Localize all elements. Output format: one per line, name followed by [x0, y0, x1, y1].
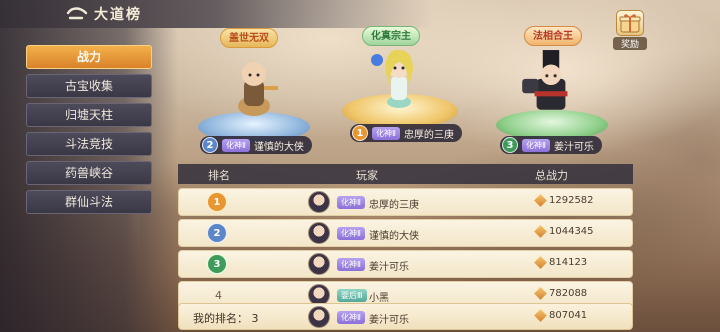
title-banner-second: 盖世无双 [220, 28, 278, 48]
avatar [308, 222, 330, 244]
character-third [522, 50, 568, 110]
avatar [308, 191, 330, 213]
header-rank: 排名 [208, 169, 230, 182]
realm-badge: 化神Ⅱ [522, 138, 550, 152]
realm-badge: 化神Ⅱ [337, 227, 365, 240]
nameplate-third: 3 化神Ⅱ 姜汁可乐 [500, 136, 602, 154]
my-rank-row[interactable]: 我的排名： 3 化神Ⅱ 姜汁可乐 807041 [178, 303, 633, 330]
power-gem-icon [534, 194, 547, 207]
power-value: 807041 [534, 309, 587, 322]
tab-immortal-duel[interactable]: 群仙斗法 [26, 190, 152, 214]
rank-medal-silver: 2 [207, 223, 227, 243]
back-icon[interactable] [66, 5, 88, 21]
avatar [308, 253, 330, 275]
player-name: 忠厚的三庚 [369, 200, 419, 211]
power-value: 782088 [534, 287, 587, 300]
player-name: 姜汁可乐 [369, 262, 409, 273]
rank-medal-third: 3 [502, 137, 518, 153]
gift-icon [616, 10, 644, 36]
player-name: 姜汁可乐 [553, 141, 594, 153]
rank-medal-gold: 1 [207, 192, 227, 212]
page-title: 大道榜 [94, 7, 142, 23]
header-power: 总战力 [535, 169, 568, 182]
power-gem-icon [534, 309, 547, 322]
avatar [308, 306, 330, 328]
podium-third[interactable]: 法相合王 3 化神Ⅱ 姜汁可乐 [490, 20, 620, 160]
player-name: 姜汁可乐 [369, 315, 409, 326]
tab-beast-valley[interactable]: 药兽峡谷 [26, 161, 152, 185]
tab-duel-arena[interactable]: 斗法竞技 [26, 132, 152, 156]
realm-badge: 化神Ⅱ [222, 138, 250, 152]
player-name: 忠厚的三庚 [403, 129, 454, 141]
power-gem-icon [534, 256, 547, 269]
realm-badge: 化神Ⅱ [337, 258, 365, 271]
podium-first[interactable]: 化真宗主 1 化神Ⅱ 忠厚的三庚 [330, 10, 470, 156]
reward-button[interactable]: 奖励 [613, 10, 647, 52]
realm-badge: 化神Ⅱ [337, 196, 365, 209]
ranking-table-header: 排名 玩家 总战力 [178, 164, 633, 184]
tab-guixu-pillar[interactable]: 归墟天柱 [26, 103, 152, 127]
rank-number: 4 [215, 289, 222, 302]
character-first [371, 49, 413, 108]
table-row[interactable]: 3 化神Ⅱ 姜汁可乐 814123 [178, 250, 633, 278]
sidebar-tabs: 战力 古宝收集 归墟天柱 斗法竞技 药兽峡谷 群仙斗法 [26, 45, 152, 219]
realm-badge: 婴后Ⅲ [337, 289, 367, 302]
reward-label: 奖励 [613, 37, 647, 50]
rank-medal-bronze: 3 [207, 254, 227, 274]
my-rank-text: 我的排名： 3 [193, 312, 259, 325]
character-second [238, 62, 278, 116]
power-gem-icon [534, 225, 547, 238]
power-value: 1292582 [534, 194, 594, 207]
nameplate-first: 1 化神Ⅱ 忠厚的三庚 [350, 124, 462, 142]
player-name: 谨慎的大侠 [369, 231, 419, 242]
player-name: 谨慎的大侠 [253, 141, 304, 153]
title-banner-third: 法相合王 [524, 26, 582, 46]
power-value: 1044345 [534, 225, 594, 238]
nameplate-second: 2 化神Ⅱ 谨慎的大侠 [200, 136, 312, 154]
player-name: 小黑 [369, 293, 389, 304]
realm-badge: 化神Ⅱ [337, 311, 365, 324]
tab-power[interactable]: 战力 [26, 45, 152, 69]
power-value: 814123 [534, 256, 587, 269]
table-row[interactable]: 1 化神Ⅱ 忠厚的三庚 1292582 [178, 188, 633, 216]
rank-medal-first: 1 [352, 125, 368, 141]
power-gem-icon [534, 287, 547, 300]
table-row[interactable]: 2 化神Ⅱ 谨慎的大侠 1044345 [178, 219, 633, 247]
header-player: 玩家 [356, 169, 378, 182]
podium-second[interactable]: 盖世无双 2 化神Ⅱ 谨慎的大侠 [192, 20, 322, 160]
realm-badge: 化神Ⅱ [372, 126, 400, 140]
tab-ancient-treasure[interactable]: 古宝收集 [26, 74, 152, 98]
rank-medal-second: 2 [202, 137, 218, 153]
